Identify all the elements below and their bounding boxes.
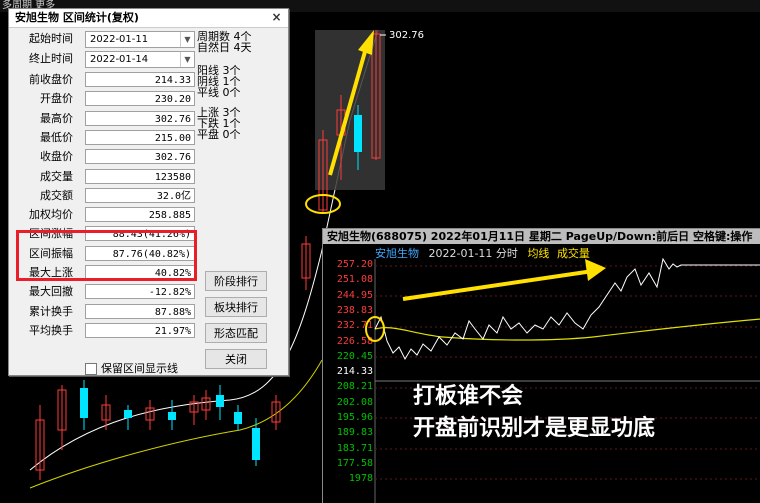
annotation-line-1: 打板谁不会 [413, 384, 524, 409]
end-time-value: 2022-01-14 [90, 54, 149, 65]
trend-stats: 上涨 3个 下跌 1个 平盘 0个 [197, 107, 241, 140]
field-label: 最大回撤 [29, 285, 73, 298]
field-value: -12.82% [85, 284, 195, 299]
field-value: 230.20 [85, 91, 195, 106]
sector-rank-button[interactable]: 板块排行 [205, 297, 267, 317]
field-label: 累计换手 [29, 305, 73, 318]
close-icon[interactable]: × [269, 10, 284, 25]
field-label: 最低价 [40, 131, 73, 144]
field-value: 21.97% [85, 323, 195, 338]
field-value: 214.33 [85, 72, 195, 87]
field-value: 215.00 [85, 130, 195, 145]
flat-line-value: 0个 [222, 86, 241, 99]
keep-interval-checkbox[interactable]: 保留区间显示线 [85, 360, 178, 376]
flat-line-label: 平线 [197, 86, 219, 99]
field-label: 加权均价 [29, 208, 73, 221]
field-label: 最高价 [40, 112, 73, 125]
start-time-picker[interactable]: 2022-01-11 ▼ [85, 31, 195, 48]
kline-high-label: 302.76 [389, 30, 424, 41]
candle-stats: 阳线 3个 阴线 1个 平线 0个 [197, 65, 241, 98]
flat-value: 0个 [222, 128, 241, 141]
natural-days-label: 自然日 [197, 41, 230, 54]
stage-rank-button[interactable]: 阶段排行 [205, 271, 267, 291]
field-value: 302.76 [85, 149, 195, 164]
chevron-down-icon[interactable]: ▼ [180, 52, 194, 67]
intraday-panel: 安旭生物(688075) 2022年01月11日 星期二 PageUp/Down… [322, 228, 760, 503]
field-value: 258.885 [85, 207, 195, 222]
end-time-picker[interactable]: 2022-01-14 ▼ [85, 51, 195, 68]
avg-price-line [374, 318, 760, 341]
end-time-label: 终止时间 [29, 52, 73, 65]
keep-interval-label: 保留区间显示线 [101, 362, 178, 375]
pattern-match-button[interactable]: 形态匹配 [205, 323, 267, 343]
field-value: 123580 [85, 169, 195, 184]
interval-stats-dialog: 安旭生物 区间统计(复权) × 起始时间 2022-01-11 ▼ 终止时间 2… [8, 8, 289, 376]
close-button[interactable]: 关闭 [205, 349, 267, 369]
field-value: 32.0亿 [85, 188, 195, 203]
dialog-title: 安旭生物 区间统计(复权) [15, 11, 139, 24]
annotation-line-2: 开盘前识别才是更显功底 [413, 416, 656, 441]
field-label: 平均换手 [29, 324, 73, 337]
field-label: 成交额 [40, 189, 73, 202]
start-time-value: 2022-01-11 [90, 34, 149, 45]
field-value: 87.88% [85, 304, 195, 319]
chevron-down-icon[interactable]: ▼ [180, 32, 194, 47]
intraday-chart [365, 257, 760, 503]
field-value: 302.76 [85, 111, 195, 126]
field-label: 前收盘价 [29, 73, 73, 86]
checkbox-icon[interactable] [85, 363, 97, 375]
field-label: 开盘价 [40, 92, 73, 105]
dialog-title-bar[interactable]: 安旭生物 区间统计(复权) × [9, 9, 288, 28]
start-time-label: 起始时间 [29, 32, 73, 45]
highlight-box [16, 230, 197, 281]
side-stats: 周期数 4个 自然日 4天 [197, 31, 252, 53]
flat-label: 平盘 [197, 128, 219, 141]
natural-days-value: 4天 [233, 41, 252, 54]
field-label: 成交量 [40, 170, 73, 183]
field-label: 收盘价 [40, 150, 73, 163]
